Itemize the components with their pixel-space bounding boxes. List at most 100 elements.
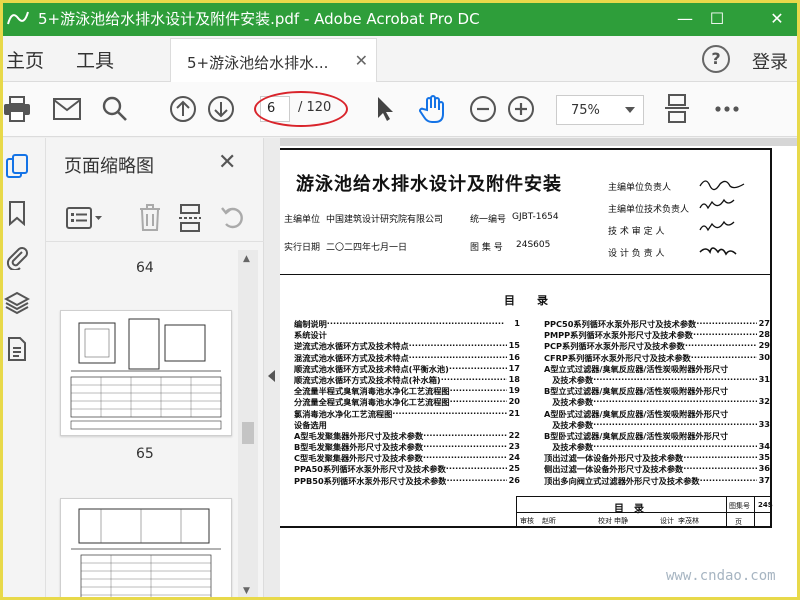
- toc-entry-page: 36: [758, 463, 770, 474]
- toc-entry[interactable]: B型卧式过滤器/臭氧反应器/活性炭吸附器外形尺寸: [544, 430, 770, 441]
- scroll-up-icon[interactable]: ▲: [243, 254, 250, 264]
- watermark-text: www.cndao.com: [666, 568, 776, 584]
- tab-document[interactable]: 5+游泳池给水排水... ✕: [170, 38, 377, 82]
- toc-entry-title: 系统设计: [294, 330, 327, 341]
- toc-entry[interactable]: B型立式过滤器/臭氧反应器/活性炭吸附器外形尺寸: [544, 385, 770, 396]
- toc-entry[interactable]: 顶出多向阀立式过滤器外形尺寸及技术参数·····················…: [544, 475, 770, 486]
- hand-tool-button[interactable]: [418, 94, 448, 124]
- thumbnail-page-65[interactable]: [60, 498, 232, 600]
- toc-entry-title: B型毛发聚集器外形尺寸及技术参数: [294, 442, 424, 453]
- toc-entry-title: 全流量半程式臭氧消毒池水净化工艺流程图: [294, 386, 450, 397]
- toc-entry-page: 18: [508, 373, 520, 384]
- scroll-down-icon[interactable]: ▼: [243, 586, 250, 596]
- toc-entry[interactable]: 逆流式池水循环方式及技术特点 ··························…: [294, 340, 520, 351]
- toc-entry[interactable]: 编制说明 ····································…: [294, 318, 520, 329]
- titleblock-row-6: 设计: [660, 517, 674, 525]
- navigation-rail: [0, 138, 46, 600]
- toc-entry[interactable]: A型毛发聚集器外形尺寸及技术参数 ························…: [294, 430, 520, 441]
- toc-entry-title: A型卧式过滤器/臭氧反应器/活性炭吸附器外形尺寸: [544, 408, 729, 419]
- more-tools-button[interactable]: [712, 94, 742, 124]
- login-button[interactable]: 登录: [752, 48, 788, 74]
- tab-tools[interactable]: 工具: [76, 46, 114, 73]
- toc-entry[interactable]: 顶出过滤一体设备外形尺寸及技术参数 ·······················…: [544, 452, 770, 463]
- toc-entry-page: 35: [758, 452, 770, 463]
- close-panel-button[interactable]: ✕: [218, 150, 236, 175]
- toc-entry[interactable]: 氯消毒池水净化工艺流程图 ····························…: [294, 408, 520, 419]
- thumbnail-page-64[interactable]: [60, 310, 232, 436]
- toc-entry[interactable]: PPA50系列循环水泵外形尺寸及技术参数····················…: [294, 463, 520, 474]
- toc-entry-page: 31: [758, 373, 770, 384]
- help-button[interactable]: ?: [702, 45, 730, 73]
- layers-icon[interactable]: [4, 290, 30, 316]
- maximize-button[interactable]: ☐: [694, 0, 740, 36]
- toc-entry[interactable]: C型毛发聚集器外形尺寸及技术参数 ························…: [294, 452, 520, 463]
- code-label: 统一编号: [470, 215, 507, 225]
- zoom-select[interactable]: 75%: [556, 95, 644, 125]
- scrollbar-thumb[interactable]: [242, 422, 254, 444]
- thumbnail-scrollbar[interactable]: ▲ ▼: [238, 250, 258, 600]
- role-tech-chief: 主编单位技术负责人: [608, 205, 690, 215]
- toc-entry[interactable]: CFRP系列循环水泵外形尺寸及技术参数 ·····················…: [544, 352, 770, 363]
- toc-leader-dots: ········································…: [422, 452, 507, 463]
- bookmark-icon[interactable]: [4, 200, 30, 226]
- zoom-in-button[interactable]: [506, 94, 536, 124]
- insert-page-icon[interactable]: [178, 204, 202, 232]
- toc-entry[interactable]: 及技术参数 ···································…: [544, 419, 770, 430]
- window-title: 5+游泳池给水排水设计及附件安装.pdf - Adobe Acrobat Pro…: [38, 10, 480, 28]
- toc-entry[interactable]: PPC50系列循环水泵外形尺寸及技术参数····················…: [544, 318, 770, 329]
- tab-home[interactable]: 主页: [6, 46, 44, 73]
- rotate-icon[interactable]: [220, 204, 246, 232]
- toc-entry[interactable]: PPB50系列循环水泵外形尺寸及技术参数····················…: [294, 475, 520, 486]
- toc-entry-page: 27: [758, 318, 770, 328]
- toc-entry[interactable]: PMPP系列循环水泵外形尺寸及技术参数 ·····················…: [544, 329, 770, 340]
- fit-page-button[interactable]: [662, 94, 692, 124]
- toc-leader-dots: ········································…: [699, 474, 757, 485]
- thumbnail-options-icon[interactable]: [66, 206, 104, 230]
- toc-entry[interactable]: 全流量半程式臭氧消毒池水净化工艺流程图·····················…: [294, 385, 520, 396]
- toc-leader-dots: ········································…: [408, 351, 507, 362]
- toc-entry[interactable]: PCP系列循环水泵外形尺寸及技术参数 ······················…: [544, 340, 770, 351]
- toc-entry[interactable]: 顺流式池水循环方式及技术特点(补水箱) ·····················…: [294, 374, 520, 385]
- toc-entry[interactable]: A型卧式过滤器/臭氧反应器/活性炭吸附器外形尺寸: [544, 408, 770, 419]
- trash-icon[interactable]: [138, 204, 162, 232]
- toc-entry[interactable]: 顺流式池水循环方式及技术特点(平衡水池)····················…: [294, 363, 520, 374]
- thumbnail-drawing: [70, 318, 222, 430]
- document-view[interactable]: 游泳池给水排水设计及附件安装 主编单位 中国建筑设计研究院有限公司 实行日期 二…: [280, 138, 800, 600]
- page-thumbnails-icon[interactable]: [4, 154, 30, 180]
- document-properties-icon[interactable]: [4, 336, 30, 362]
- toc-entry[interactable]: 系统设计: [294, 329, 520, 340]
- title-bar: 5+游泳池给水排水设计及附件安装.pdf - Adobe Acrobat Pro…: [0, 0, 800, 36]
- email-button[interactable]: [52, 94, 82, 124]
- toc-entry-page: 37: [758, 474, 770, 485]
- toc-entry[interactable]: 设备选用: [294, 419, 520, 430]
- titleblock-atlas-no: 24S: [758, 501, 773, 509]
- toc-entry-page: 24: [508, 452, 520, 463]
- zoom-out-button[interactable]: [468, 94, 498, 124]
- toc-entry[interactable]: A型立式过滤器/臭氧反应器/活性炭吸附器外形尺寸: [544, 363, 770, 374]
- next-page-button[interactable]: [206, 94, 236, 124]
- previous-page-button[interactable]: [168, 94, 198, 124]
- titleblock-left-edge: [516, 496, 517, 528]
- toc-entry-page: 1: [514, 318, 520, 328]
- toc-entry[interactable]: 分流量全程式臭氧消毒池水净化工艺流程图·····················…: [294, 396, 520, 407]
- ellipsis-icon: [715, 106, 739, 112]
- panel-collapse-handle[interactable]: [264, 138, 280, 600]
- date-label: 实行日期: [284, 243, 321, 253]
- search-button[interactable]: [100, 94, 130, 124]
- toc-entry[interactable]: 及技术参数 ···································…: [544, 396, 770, 407]
- document-title: 游泳池给水排水设计及附件安装: [296, 174, 562, 195]
- toc-leader-dots: ········································…: [440, 373, 507, 384]
- close-tab-button[interactable]: ✕: [355, 51, 368, 70]
- toc-entry[interactable]: 及技术参数 ···································…: [544, 441, 770, 452]
- toc-entry[interactable]: B型毛发聚集器外形尺寸及技术参数 ························…: [294, 441, 520, 452]
- thumbnail-page-number: 64: [136, 260, 154, 276]
- toc-entry[interactable]: 及技术参数 ···································…: [544, 374, 770, 385]
- toc-leader-dots: ········································…: [684, 340, 757, 351]
- close-window-button[interactable]: ✕: [754, 0, 800, 36]
- toc-entry[interactable]: 混流式池水循环方式及技术特点 ··························…: [294, 352, 520, 363]
- attachment-icon[interactable]: [4, 244, 30, 270]
- print-button[interactable]: [2, 94, 32, 124]
- select-tool-button[interactable]: [370, 94, 400, 124]
- toc-entry[interactable]: 侧出过滤一体设备外形尺寸及技术参数 ·······················…: [544, 463, 770, 474]
- cursor-arrow-icon: [378, 97, 393, 121]
